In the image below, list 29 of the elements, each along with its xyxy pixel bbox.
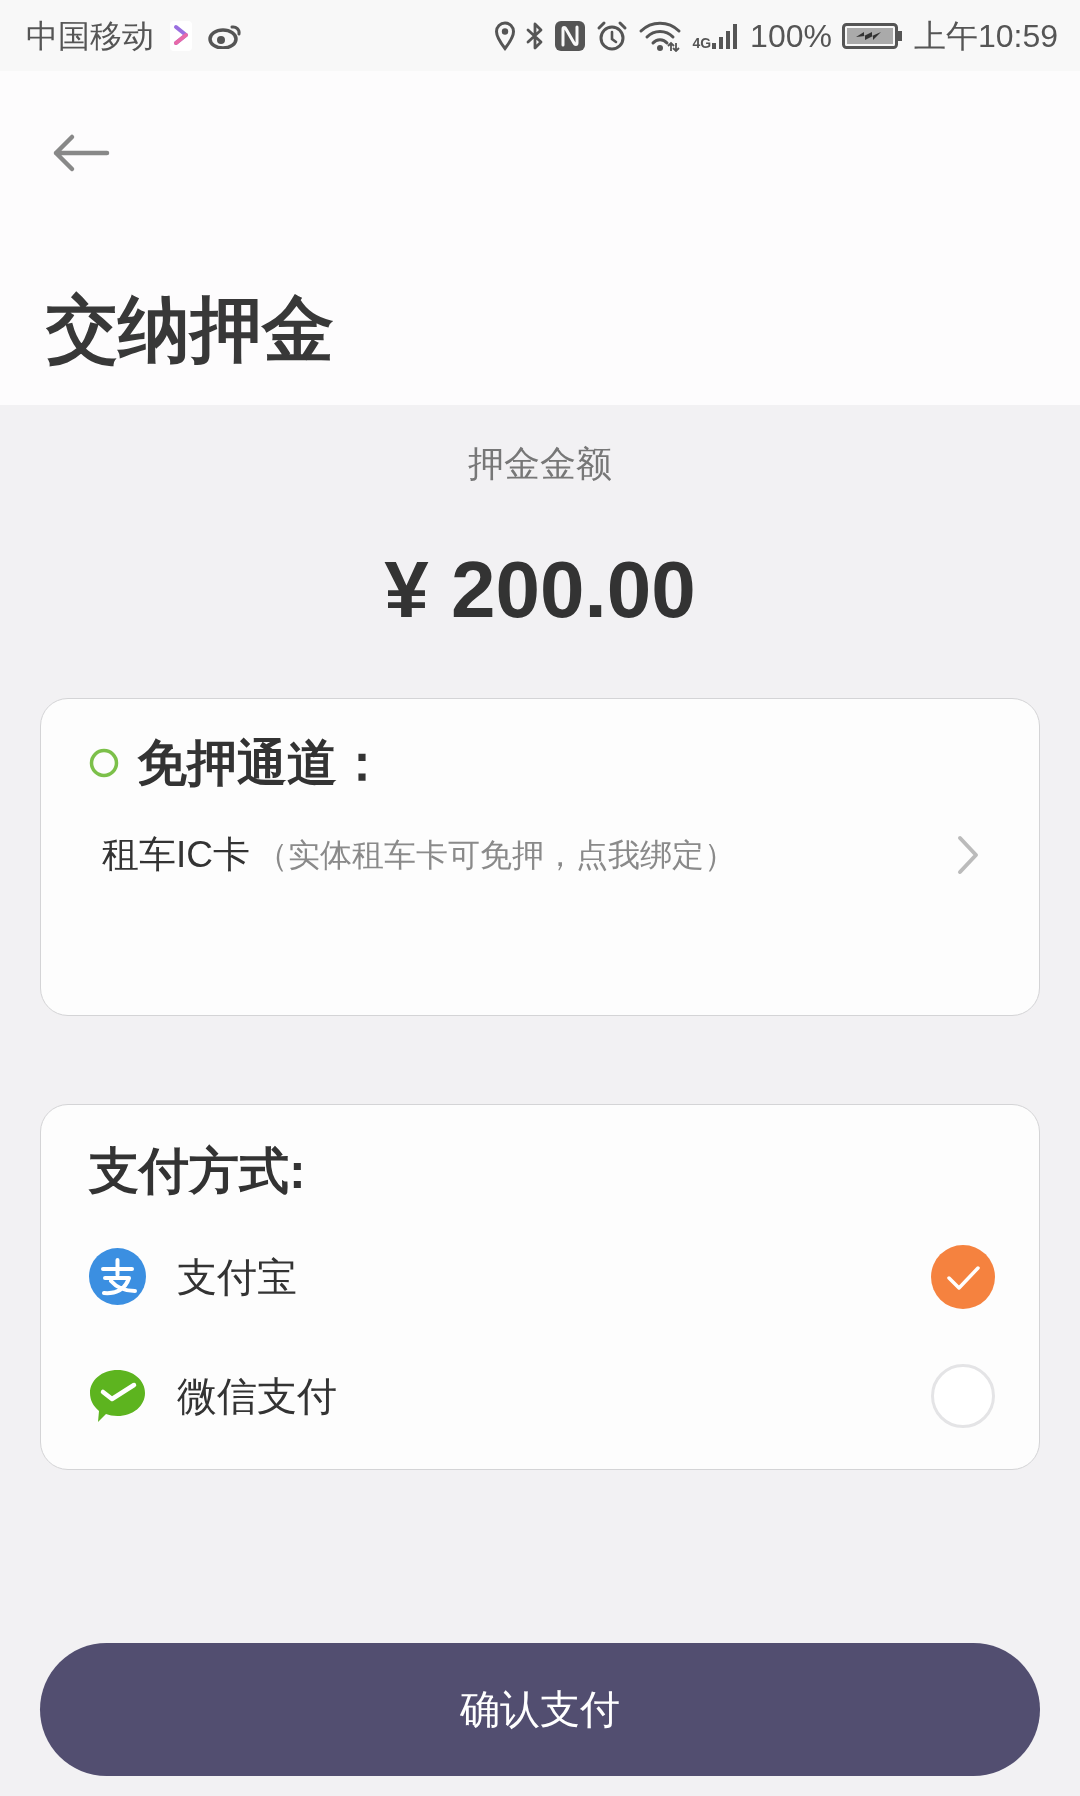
section-heading: 免押通道： xyxy=(137,733,387,793)
payment-option-label[interactable]: 支付宝 xyxy=(177,1252,297,1301)
chevron-right-icon[interactable] xyxy=(957,834,979,875)
selected-check-icon[interactable] xyxy=(931,1244,995,1309)
battery-percent: 100% xyxy=(750,19,832,52)
location-pin-icon xyxy=(494,20,517,51)
confirm-pay-button[interactable]: 确认支付 xyxy=(40,1642,1040,1776)
eye-logo-icon[interactable] xyxy=(208,22,242,49)
clock-time: 上午10:59 xyxy=(913,19,1058,52)
page-title: 交纳押金 xyxy=(46,288,335,371)
chat-bubble-check-icon xyxy=(89,1367,146,1425)
nfc-icon xyxy=(554,19,587,52)
network-type: 4G xyxy=(692,35,712,50)
app-logo-icon xyxy=(89,1248,146,1306)
option-hint: （实体租车卡可免押，点我绑定） xyxy=(256,835,736,875)
battery-icon xyxy=(841,20,904,51)
app-icon[interactable] xyxy=(170,20,192,51)
deposit-label: 押金金额 xyxy=(467,442,613,486)
carrier-name: 中国移动 xyxy=(26,19,154,52)
payment-option-label[interactable]: 微信支付 xyxy=(177,1371,337,1420)
deposit-amount: ¥ 200.00 xyxy=(383,543,697,636)
back-arrow-icon[interactable] xyxy=(52,133,110,173)
bluetooth-icon xyxy=(526,20,545,51)
ic-card-option[interactable]: 租车IC卡 xyxy=(102,830,250,879)
wifi-icon xyxy=(638,19,683,52)
section-heading: 支付方式: xyxy=(89,1141,307,1201)
alarm-clock-icon xyxy=(596,19,629,52)
ring-icon xyxy=(89,747,119,778)
radio-circle-icon[interactable] xyxy=(931,1363,995,1428)
